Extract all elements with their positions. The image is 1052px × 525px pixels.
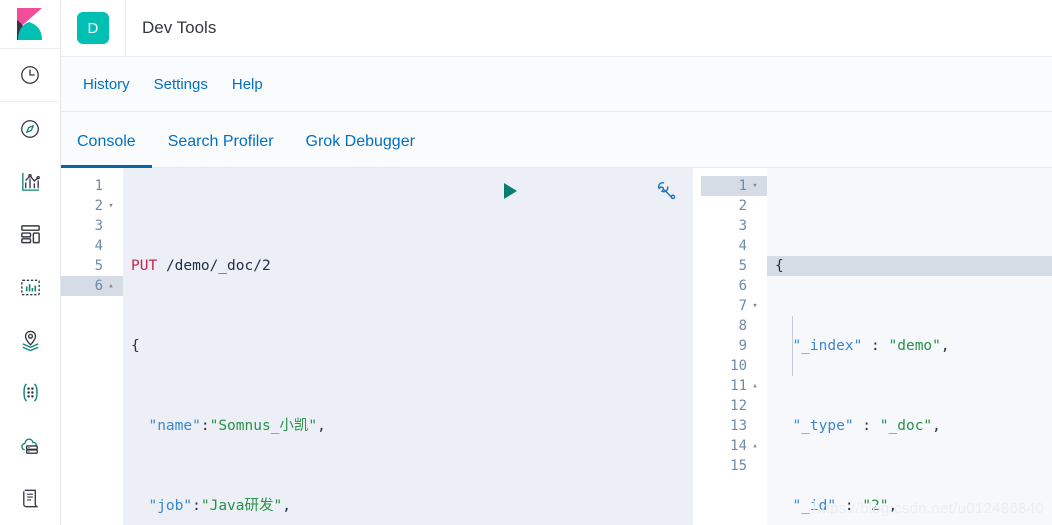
request-line-number[interactable]: 4 <box>61 236 123 256</box>
kibana-logo[interactable] <box>0 0 61 49</box>
response-line-number[interactable]: 9 <box>701 336 767 356</box>
request-line-number[interactable]: 1 <box>61 176 123 196</box>
space-avatar[interactable]: D <box>77 12 109 44</box>
fold-toggle[interactable]: ▾ <box>749 176 761 196</box>
response-line-number[interactable]: 10 <box>701 356 767 376</box>
discover-icon <box>19 118 41 140</box>
request-line[interactable]: "job":"Java研发", <box>123 496 693 516</box>
pane-resize-handle[interactable] <box>693 168 701 525</box>
request-line[interactable]: PUT /demo/_doc/2 <box>123 256 693 276</box>
sidebar-item-dashboard[interactable] <box>0 208 61 261</box>
sidebar-item-machine-learning[interactable] <box>0 367 61 420</box>
infrastructure-icon <box>19 434 42 457</box>
fold-toggle[interactable]: ▾ <box>105 196 117 216</box>
nav-history[interactable]: History <box>71 76 142 93</box>
recently-viewed-icon <box>19 64 41 86</box>
request-line-number[interactable]: 2▾ <box>61 196 123 216</box>
response-line-number[interactable]: 4 <box>701 236 767 256</box>
request-editor-pane[interactable]: 1 2▾ 3 4 5 6▴ <box>61 168 693 525</box>
sidebar-item-visualize[interactable] <box>0 155 61 208</box>
fold-toggle[interactable]: ▴ <box>749 436 761 456</box>
visualize-icon <box>19 170 42 193</box>
response-gutter: 1▾ 2 3 4 5 6 <box>701 168 767 525</box>
response-line-number[interactable]: 6 <box>701 276 767 296</box>
dev-tools-tabs: Console Search Profiler Grok Debugger <box>61 112 1052 168</box>
response-line-number[interactable]: 11▴ <box>701 376 767 396</box>
request-line-number[interactable]: 3 <box>61 216 123 236</box>
wrench-icon[interactable] <box>534 180 677 201</box>
response-line: "_id" : "2", <box>767 496 1052 516</box>
topbar-divider <box>125 0 126 57</box>
page-title: Dev Tools <box>142 18 216 38</box>
nav-help[interactable]: Help <box>220 76 275 93</box>
wrench-glyph <box>656 180 677 201</box>
fold-toggle[interactable]: ▴ <box>749 376 761 396</box>
machine-learning-icon <box>19 381 42 404</box>
sidebar-item-logs[interactable] <box>0 472 61 525</box>
logs-icon <box>19 487 42 510</box>
response-line: { <box>767 256 1052 276</box>
response-line-number[interactable]: 8 <box>701 316 767 336</box>
response-pane[interactable]: 1▾ 2 3 4 5 6 <box>701 168 1052 525</box>
response-line-number[interactable]: 13 <box>701 416 767 436</box>
request-line[interactable]: { <box>123 336 693 356</box>
console-split: 1 2▾ 3 4 5 6▴ <box>61 168 1052 525</box>
canvas-icon <box>19 276 42 299</box>
request-code-area[interactable]: PUT /demo/_doc/2 { "name":"Somnus_小凯", "… <box>123 168 693 525</box>
main-body: D Dev Tools History Settings Help Consol… <box>61 0 1052 525</box>
request-gutter: 1 2▾ 3 4 5 6▴ <box>61 168 123 525</box>
response-line-number[interactable]: 12 <box>701 396 767 416</box>
response-code-area[interactable]: { "_index" : "demo", "_type" : "_doc", "… <box>767 168 1052 525</box>
play-icon[interactable] <box>378 181 520 201</box>
request-line-number[interactable]: 5 <box>61 256 123 276</box>
sidebar-item-recently-viewed[interactable] <box>0 49 61 102</box>
kibana-dev-tools-window: D Dev Tools History Settings Help Consol… <box>0 0 1052 525</box>
editor-action-buttons <box>378 180 677 201</box>
play-triangle <box>500 181 520 201</box>
response-line: "_type" : "_doc", <box>767 416 1052 436</box>
nav-settings[interactable]: Settings <box>142 76 220 93</box>
request-line-number[interactable]: 6▴ <box>61 276 123 296</box>
request-line[interactable]: "name":"Somnus_小凯", <box>123 416 693 436</box>
fold-toggle[interactable]: ▴ <box>105 276 117 296</box>
response-line-number[interactable]: 2 <box>701 196 767 216</box>
fold-toggle[interactable]: ▾ <box>749 296 761 316</box>
response-line-number[interactable]: 15 <box>701 456 767 476</box>
dashboard-icon <box>19 223 42 246</box>
tab-search-profiler[interactable]: Search Profiler <box>152 133 290 167</box>
sidebar-item-maps[interactable] <box>0 314 61 367</box>
kibana-logo-icon <box>15 8 45 40</box>
sidebar-item-canvas[interactable] <box>0 261 61 314</box>
http-method: PUT <box>131 258 157 274</box>
console-menu-bar: History Settings Help <box>61 57 1052 112</box>
request-path: /demo/_doc/2 <box>166 258 271 274</box>
top-bar: D Dev Tools <box>61 0 1052 57</box>
response-line-number[interactable]: 1▾ <box>701 176 767 196</box>
sidebar-item-infrastructure[interactable] <box>0 419 61 472</box>
tab-grok-debugger[interactable]: Grok Debugger <box>290 133 431 167</box>
response-line-number[interactable]: 14▴ <box>701 436 767 456</box>
maps-icon <box>19 329 42 352</box>
response-line-number[interactable]: 7▾ <box>701 296 767 316</box>
sidebar-item-discover[interactable] <box>0 102 61 155</box>
primary-navigation-rail <box>0 0 61 525</box>
response-line: "_index" : "demo", <box>767 336 1052 356</box>
response-line-number[interactable]: 3 <box>701 216 767 236</box>
response-line-number[interactable]: 5 <box>701 256 767 276</box>
tab-console[interactable]: Console <box>61 133 152 167</box>
